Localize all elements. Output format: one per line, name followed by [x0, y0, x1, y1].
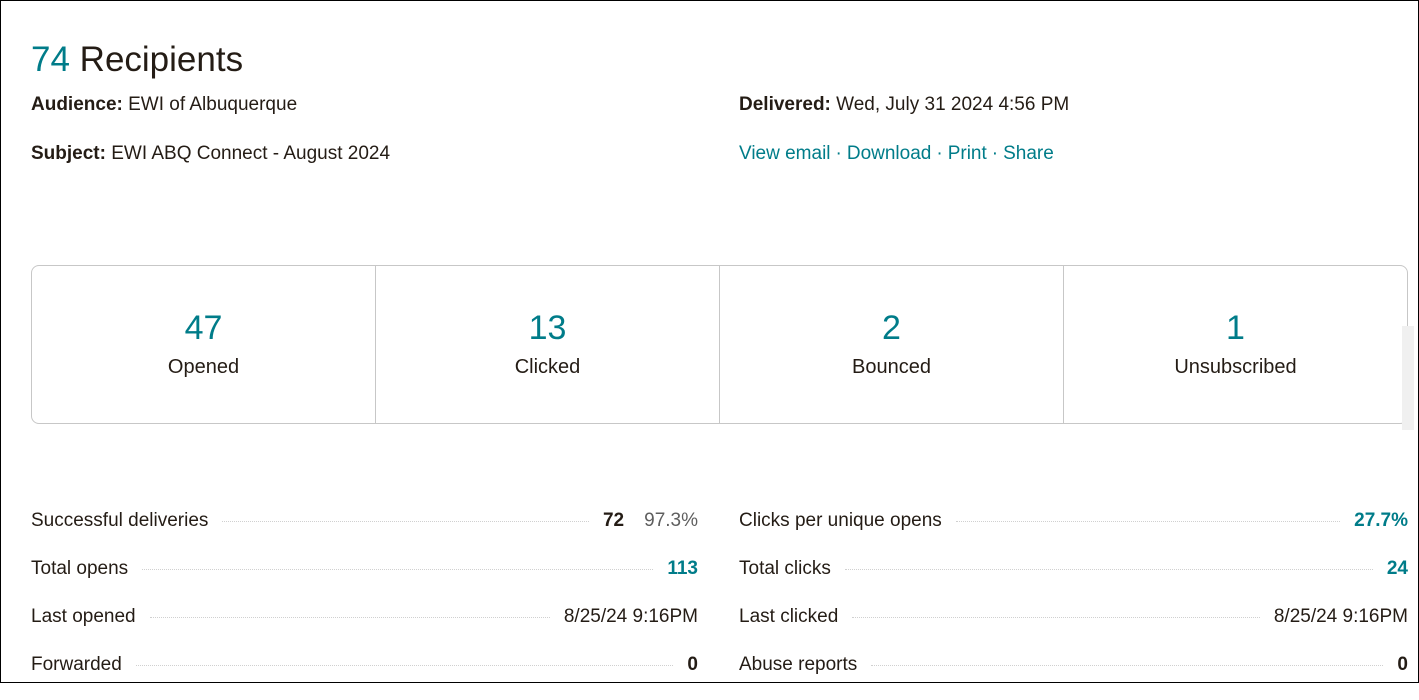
metric-name: Last clicked	[739, 606, 839, 627]
dotted-leader	[222, 521, 589, 522]
metric-value: 0	[687, 654, 698, 675]
dotted-leader	[142, 569, 654, 570]
scrollbar[interactable]	[1402, 326, 1414, 430]
page-title: 74 Recipients	[31, 37, 243, 83]
subject-label: Subject:	[31, 143, 106, 164]
metric-value-link[interactable]: 27.7%	[1354, 508, 1408, 534]
metric-row-total-opens: Total opens 113	[31, 556, 698, 604]
stat-value: 1	[1226, 308, 1245, 347]
delivered-info: Delivered: Wed, July 31 2024 4:56 PM	[739, 92, 1069, 118]
dotted-leader	[871, 665, 1384, 666]
dotted-leader	[955, 521, 1341, 522]
stat-label: Bounced	[852, 355, 931, 378]
delivery-metrics: Successful deliveries 72 97.3% Total ope…	[31, 508, 698, 700]
stat-value: 47	[184, 308, 223, 347]
metric-value: 8/25/24 9:16PM	[563, 606, 698, 627]
metric-value: 0	[1397, 654, 1408, 675]
email-actions: View email · Download · Print · Share	[739, 141, 1054, 167]
delivered-value: Wed, July 31 2024 4:56 PM	[830, 94, 1070, 115]
print-link[interactable]: Print	[948, 143, 987, 164]
view-email-link[interactable]: View email	[739, 143, 831, 164]
audience-value: EWI of Albuquerque	[122, 94, 298, 115]
link-separator: ·	[991, 143, 999, 164]
metric-name: Clicks per unique opens	[739, 510, 942, 531]
metric-row-abuse-reports: Abuse reports 0	[739, 652, 1408, 700]
stat-value: 2	[882, 308, 901, 347]
recipient-label: Recipients	[69, 40, 244, 80]
audience-label: Audience:	[31, 94, 123, 115]
metric-name: Forwarded	[31, 654, 122, 675]
metric-value-link[interactable]: 24	[1387, 556, 1408, 582]
dotted-leader	[135, 665, 674, 666]
metric-name: Total opens	[31, 558, 129, 579]
metric-value: 72	[602, 510, 625, 531]
stat-label: Opened	[167, 355, 240, 378]
stat-opened[interactable]: 47 Opened	[32, 266, 376, 423]
metric-name: Successful deliveries	[31, 510, 209, 531]
delivered-label: Delivered:	[739, 94, 831, 115]
subject-info: Subject: EWI ABQ Connect - August 2024	[31, 141, 390, 167]
dotted-leader	[149, 617, 550, 618]
link-separator: ·	[835, 143, 842, 164]
metric-name: Last opened	[31, 606, 136, 627]
metric-name: Abuse reports	[739, 654, 858, 675]
stat-bounced[interactable]: 2 Bounced	[720, 266, 1064, 423]
metric-row-last-opened: Last opened 8/25/24 9:16PM	[31, 604, 698, 652]
stat-unsubscribed[interactable]: 1 Unsubscribed	[1064, 266, 1407, 423]
audience-info: Audience: EWI of Albuquerque	[31, 92, 297, 118]
metric-value-link[interactable]: 113	[667, 556, 698, 582]
stat-value: 13	[528, 308, 567, 347]
metric-row-successful-deliveries: Successful deliveries 72 97.3%	[31, 508, 698, 556]
share-link[interactable]: Share	[1003, 143, 1054, 164]
metric-row-total-clicks: Total clicks 24	[739, 556, 1408, 604]
metric-percent: 97.3%	[644, 510, 698, 531]
recipient-count: 74	[31, 40, 70, 80]
metric-row-clicks-per-unique-opens: Clicks per unique opens 27.7%	[739, 508, 1408, 556]
link-separator: ·	[936, 143, 943, 164]
stat-clicked[interactable]: 13 Clicked	[376, 266, 720, 423]
stats-summary: 47 Opened 13 Clicked 2 Bounced 1 Unsubsc…	[31, 265, 1408, 424]
subject-value: EWI ABQ Connect - August 2024	[105, 143, 391, 164]
metric-row-forwarded: Forwarded 0	[31, 652, 698, 700]
download-link[interactable]: Download	[847, 143, 932, 164]
metric-value: 8/25/24 9:16PM	[1273, 606, 1408, 627]
dotted-leader	[844, 569, 1373, 570]
stat-label: Clicked	[514, 355, 581, 378]
stat-label: Unsubscribed	[1174, 355, 1297, 378]
metric-row-last-clicked: Last clicked 8/25/24 9:16PM	[739, 604, 1408, 652]
click-metrics: Clicks per unique opens 27.7% Total clic…	[739, 508, 1408, 700]
dotted-leader	[852, 617, 1260, 618]
metric-name: Total clicks	[739, 558, 831, 579]
